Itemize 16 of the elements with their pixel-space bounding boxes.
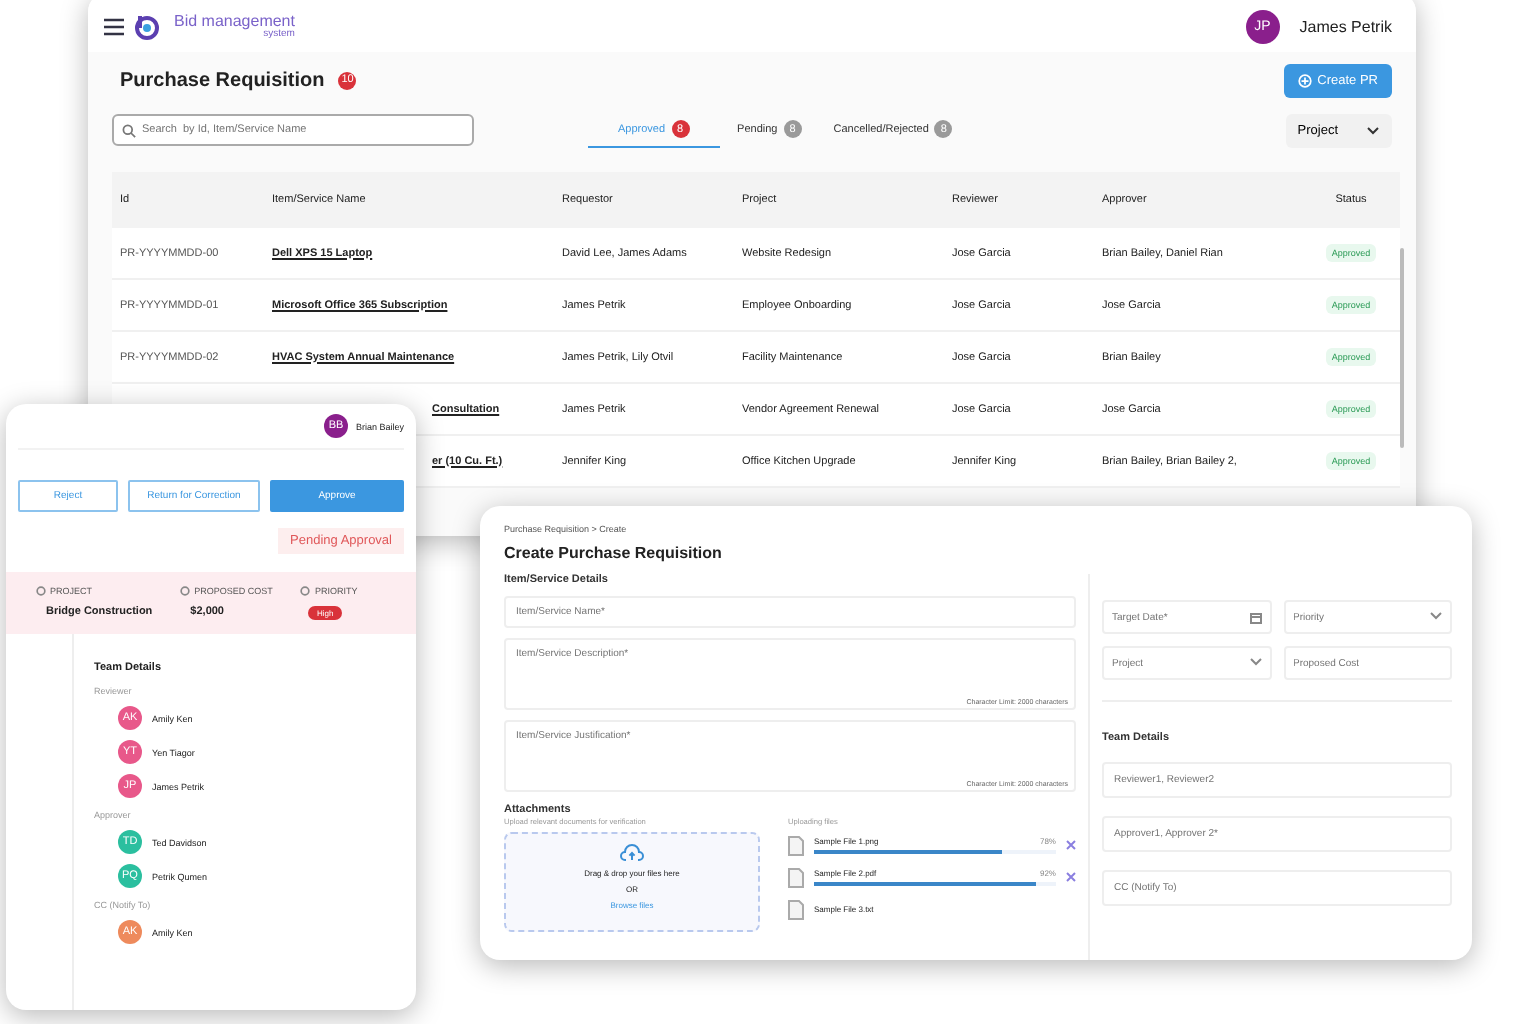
close-icon[interactable] (1066, 840, 1076, 850)
calendar-icon (1249, 612, 1261, 624)
form-title: Create Purchase Requisition (504, 544, 724, 562)
chevron-down-icon (1249, 658, 1261, 666)
close-icon[interactable] (1066, 872, 1076, 882)
page-title: Purchase Requisition (120, 69, 325, 91)
scrollbar[interactable] (1400, 248, 1404, 448)
chevron-down-icon (1366, 125, 1380, 135)
chevron-down-icon (1430, 612, 1442, 620)
user-name: James Petrik (1299, 17, 1392, 35)
plus-circle-icon (1297, 73, 1312, 87)
menu-icon[interactable] (104, 17, 124, 35)
cloud-upload-icon (620, 844, 644, 862)
search-icon (122, 123, 136, 137)
app-name: Bid management (174, 13, 295, 29)
logo-icon (134, 13, 160, 39)
